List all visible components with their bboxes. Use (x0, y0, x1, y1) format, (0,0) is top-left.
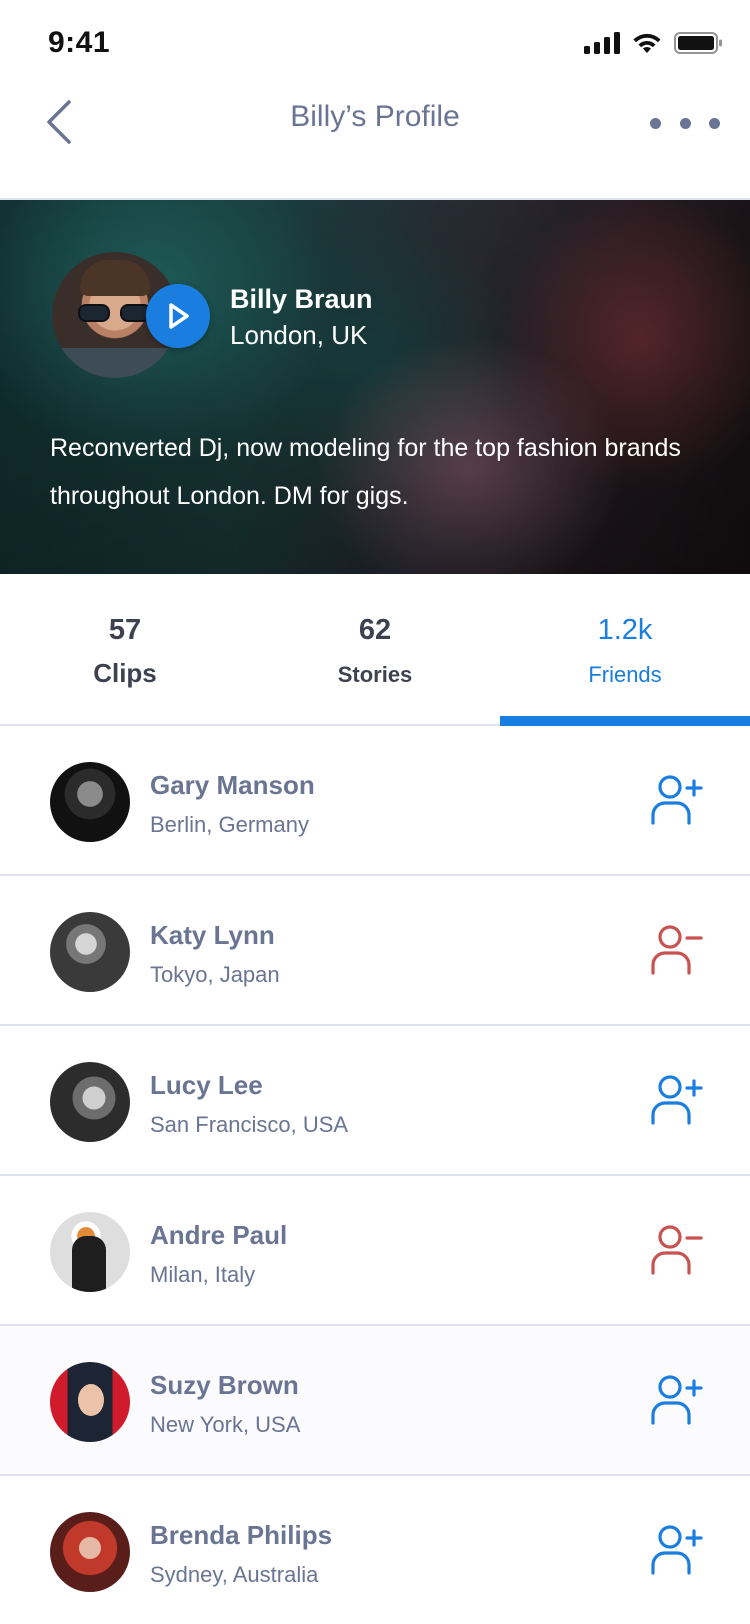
avatar-face (78, 1384, 104, 1416)
stories-label: Stories (337, 662, 413, 687)
more-dot (709, 117, 720, 129)
avatar (50, 1512, 130, 1592)
clips-count: 57 (108, 614, 142, 646)
friend-name: Lucy Lee (150, 1070, 263, 1100)
friends-label: Friends (588, 662, 662, 687)
avatar-glasses (78, 304, 152, 322)
list-item[interactable]: Lucy Lee San Francisco, USA (0, 1026, 750, 1176)
page-title: Billy’s Profile (290, 100, 460, 133)
friends-count: 1.2k (597, 614, 653, 646)
user-plus-icon (651, 775, 703, 825)
tab-friends[interactable]: 1.2k Friends (500, 574, 750, 726)
list-item[interactable]: Brenda Philips Sydney, Australia (0, 1476, 750, 1624)
friend-name: Gary Manson (150, 770, 315, 800)
avatar (50, 1362, 130, 1442)
more-options-button[interactable] (650, 108, 720, 138)
cellular-signal-icon (584, 32, 620, 54)
friends-list: Gary Manson Berlin, Germany Katy Lynn To… (0, 726, 750, 1624)
stats-tabs: 57 Clips 62 Stories 1.2k Friends (0, 574, 750, 726)
battery-icon (674, 32, 722, 54)
add-friend-button[interactable] (646, 1070, 706, 1130)
friend-name: Brenda Philips (150, 1520, 333, 1550)
avatar (50, 1062, 130, 1142)
friend-location: Tokyo, Japan (150, 962, 280, 987)
list-item[interactable]: Katy Lynn Tokyo, Japan (0, 876, 750, 1026)
more-dot (679, 117, 691, 129)
friend-location: Sydney, Australia (150, 1562, 319, 1587)
tab-clips[interactable]: 57 Clips (0, 574, 250, 726)
user-plus-icon (651, 1525, 703, 1575)
list-item[interactable]: Suzy Brown New York, USA (0, 1326, 750, 1476)
add-friend-button[interactable] (646, 770, 706, 830)
list-item[interactable]: Andre Paul Milan, Italy (0, 1176, 750, 1326)
tab-stories[interactable]: 62 Stories (250, 574, 500, 726)
navigation-bar: Billy’s Profile (0, 90, 750, 200)
stories-count: 62 (358, 614, 392, 646)
avatar-figure (72, 1236, 106, 1292)
more-horizontal-icon (650, 117, 661, 129)
avatar (50, 912, 130, 992)
status-bar: 9:41 (0, 0, 750, 90)
user-plus-icon (651, 1075, 703, 1125)
profile-location: London, UK (230, 320, 368, 350)
active-tab-indicator (500, 716, 750, 726)
friend-location: Berlin, Germany (150, 812, 309, 837)
play-button[interactable] (146, 284, 210, 348)
avatar (50, 1212, 130, 1292)
user-plus-icon (651, 1375, 703, 1425)
avatar-shirt (52, 348, 178, 378)
avatar-hair (80, 260, 150, 296)
friend-name: Andre Paul (150, 1220, 288, 1250)
friend-name: Katy Lynn (150, 920, 275, 950)
friend-location: Milan, Italy (150, 1262, 256, 1287)
clips-label: Clips (93, 658, 157, 688)
profile-bio: Reconverted Dj, now modeling for the top… (50, 434, 681, 510)
wifi-icon (633, 33, 661, 53)
remove-friend-button[interactable] (646, 1220, 706, 1280)
avatar (50, 762, 130, 842)
add-friend-button[interactable] (646, 1370, 706, 1430)
play-icon (169, 303, 189, 329)
list-item[interactable]: Gary Manson Berlin, Germany (0, 726, 750, 876)
profile-name: Billy Braun (230, 284, 373, 314)
friend-name: Suzy Brown (150, 1370, 299, 1400)
remove-friend-button[interactable] (646, 920, 706, 980)
user-minus-icon (651, 1225, 703, 1275)
user-minus-icon (651, 925, 703, 975)
profile-header: Billy Braun London, UK Reconverted Dj, n… (0, 200, 750, 574)
add-friend-button[interactable] (646, 1520, 706, 1580)
friend-location: New York, USA (150, 1412, 301, 1437)
status-time: 9:41 (48, 26, 111, 59)
status-icons (584, 32, 722, 54)
friend-location: San Francisco, USA (150, 1112, 349, 1137)
